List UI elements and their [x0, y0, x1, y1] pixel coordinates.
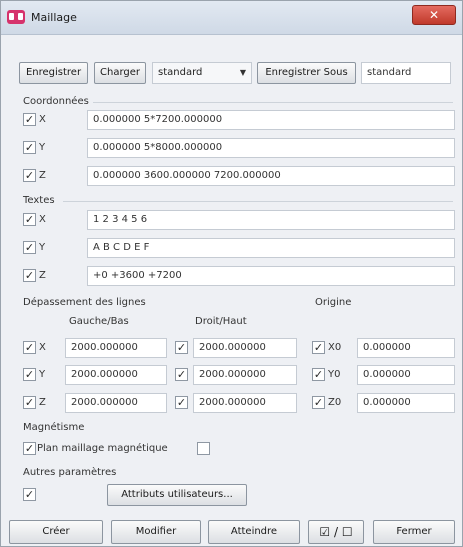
overflow-z-left-input[interactable]: 2000.000000: [65, 393, 167, 413]
origin-x0-label: X0: [328, 342, 342, 353]
toggle-all-button[interactable]: ☑ / ☐: [308, 520, 364, 544]
other-section-title: Autres paramètres: [23, 467, 117, 478]
overflow-y-left-input[interactable]: 2000.000000: [65, 365, 167, 385]
overflow-x-right-checkbox[interactable]: ✓: [175, 341, 188, 354]
magnetic-plan-extra-checkbox[interactable]: [197, 442, 210, 455]
origin-x0-input[interactable]: 0.000000: [357, 338, 455, 358]
overflow-x-right-input[interactable]: 2000.000000: [193, 338, 297, 358]
preset-select-value: standard: [158, 67, 203, 78]
user-attributes-button[interactable]: Attributs utilisateurs...: [107, 484, 247, 506]
overflow-z-right-input[interactable]: 2000.000000: [193, 393, 297, 413]
close-window-button[interactable]: ✕: [412, 5, 456, 25]
texts-z-label: Z: [39, 270, 46, 281]
texts-z-checkbox[interactable]: ✓: [23, 269, 36, 282]
preset-select[interactable]: standard ▼: [152, 62, 252, 84]
overflow-z-checkbox[interactable]: ✓: [23, 396, 36, 409]
origin-z0-label: Z0: [328, 397, 342, 408]
magnetic-plan-label: Plan maillage magnétique: [37, 443, 168, 454]
origin-x0-checkbox[interactable]: ✓: [312, 341, 325, 354]
texts-z-input[interactable]: +0 +3600 +7200: [87, 266, 455, 286]
modify-button[interactable]: Modifier: [111, 520, 201, 544]
coords-y-checkbox[interactable]: ✓: [23, 141, 36, 154]
overflow-section-title: Dépassement des lignes: [23, 297, 146, 308]
origin-y0-checkbox[interactable]: ✓: [312, 368, 325, 381]
reach-button[interactable]: Atteindre: [208, 520, 300, 544]
texts-x-label: X: [39, 214, 46, 225]
magnetism-section-title: Magnétisme: [23, 422, 85, 433]
save-button[interactable]: Enregistrer: [19, 62, 88, 84]
title-bar: Maillage ✕: [1, 1, 462, 35]
app-icon: [7, 10, 25, 24]
coords-x-checkbox[interactable]: ✓: [23, 113, 36, 126]
save-as-name-input[interactable]: standard: [361, 62, 451, 84]
magnetic-plan-checkbox[interactable]: ✓: [23, 442, 36, 455]
overflow-y-right-checkbox[interactable]: ✓: [175, 368, 188, 381]
texts-divider: [63, 201, 453, 202]
overflow-right-top-header: Droit/Haut: [195, 316, 247, 327]
coords-z-input[interactable]: 0.000000 3600.000000 7200.000000: [87, 166, 455, 186]
overflow-y-checkbox[interactable]: ✓: [23, 368, 36, 381]
coords-y-input[interactable]: 0.000000 5*8000.000000: [87, 138, 455, 158]
texts-section-title: Textes: [23, 195, 55, 206]
texts-y-input[interactable]: A B C D E F: [87, 238, 455, 258]
coords-divider: [93, 102, 453, 103]
texts-y-checkbox[interactable]: ✓: [23, 241, 36, 254]
origin-z0-input[interactable]: 0.000000: [357, 393, 455, 413]
overflow-z-label: Z: [39, 397, 46, 408]
mesh-dialog: Maillage ✕ Enregistrer Charger standard …: [0, 0, 463, 547]
origin-section-title: Origine: [315, 297, 352, 308]
coords-section-title: Coordonnées: [23, 96, 89, 107]
texts-x-checkbox[interactable]: ✓: [23, 213, 36, 226]
overflow-y-right-input[interactable]: 2000.000000: [193, 365, 297, 385]
coords-x-input[interactable]: 0.000000 5*7200.000000: [87, 110, 455, 130]
origin-z0-checkbox[interactable]: ✓: [312, 396, 325, 409]
coords-z-label: Z: [39, 170, 46, 181]
overflow-x-label: X: [39, 342, 46, 353]
origin-y0-input[interactable]: 0.000000: [357, 365, 455, 385]
coords-z-checkbox[interactable]: ✓: [23, 169, 36, 182]
window-title: Maillage: [31, 11, 77, 24]
overflow-left-bottom-header: Gauche/Bas: [69, 316, 129, 327]
overflow-x-left-input[interactable]: 2000.000000: [65, 338, 167, 358]
texts-x-input[interactable]: 1 2 3 4 5 6: [87, 210, 455, 230]
save-as-button[interactable]: Enregistrer Sous: [257, 62, 356, 84]
coords-x-label: X: [39, 114, 46, 125]
close-icon: ✕: [428, 8, 440, 22]
overflow-z-right-checkbox[interactable]: ✓: [175, 396, 188, 409]
close-button[interactable]: Fermer: [373, 520, 455, 544]
texts-y-label: Y: [39, 242, 46, 253]
other-checkbox[interactable]: ✓: [23, 488, 36, 501]
overflow-x-checkbox[interactable]: ✓: [23, 341, 36, 354]
overflow-y-label: Y: [39, 369, 46, 380]
chevron-down-icon: ▼: [239, 68, 246, 77]
origin-y0-label: Y0: [328, 369, 341, 380]
create-button[interactable]: Créer: [9, 520, 103, 544]
coords-y-label: Y: [39, 142, 46, 153]
load-button[interactable]: Charger: [94, 62, 146, 84]
